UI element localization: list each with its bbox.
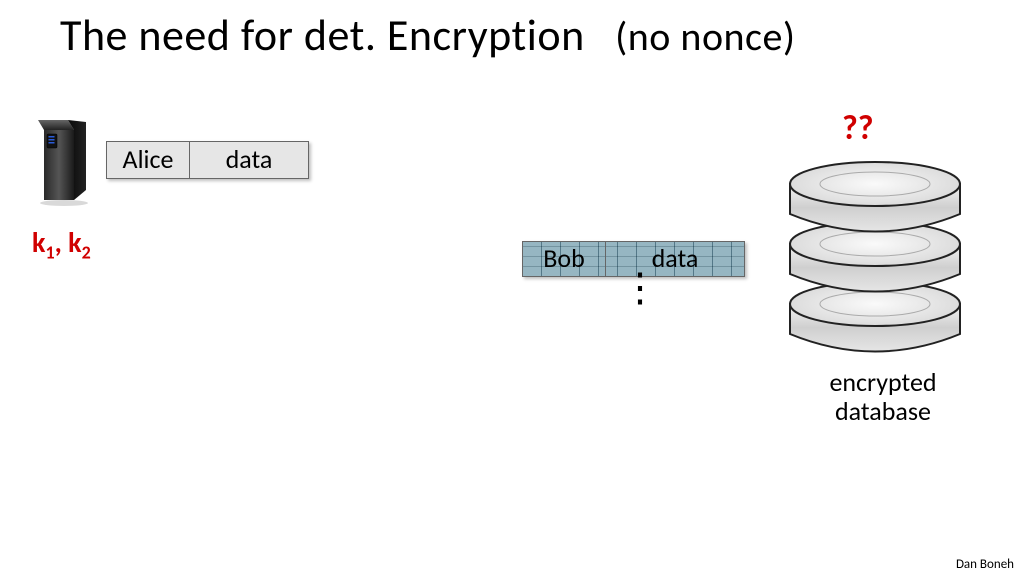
slide-title: The need for det. Encryption (no nonce) bbox=[60, 8, 796, 62]
vertical-dots-icon: ⋮ bbox=[620, 280, 660, 296]
db-label-line1: encrypted bbox=[829, 366, 936, 398]
title-main: The need for det. Encryption bbox=[60, 8, 585, 62]
alice-name-cell: Alice bbox=[107, 142, 190, 178]
author-credit: Dan Boneh bbox=[956, 557, 1014, 572]
bob-name-cell: Bob bbox=[523, 242, 606, 276]
keys-label: k1, k2 bbox=[32, 225, 91, 264]
title-note: (no nonce) bbox=[615, 12, 795, 61]
server-icon bbox=[38, 118, 94, 206]
db-label-line2: database bbox=[835, 395, 931, 427]
database-icon bbox=[780, 154, 970, 364]
database-label: encrypted database bbox=[798, 368, 968, 425]
alice-record: Alice data bbox=[106, 141, 309, 179]
question-marks: ?? bbox=[842, 108, 874, 149]
alice-data-cell: data bbox=[190, 142, 308, 178]
